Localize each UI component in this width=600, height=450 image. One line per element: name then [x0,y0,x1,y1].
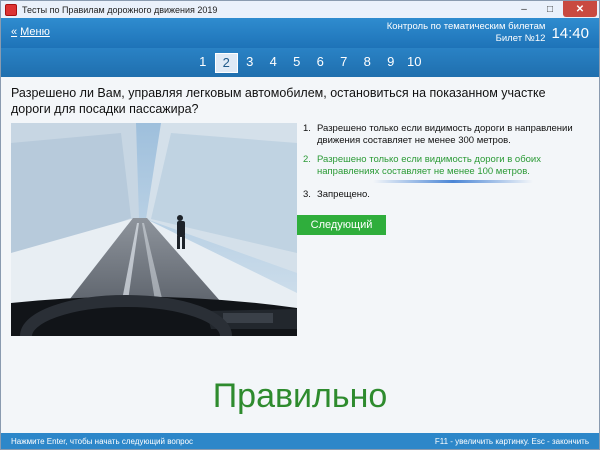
answer-number: 1. [303,123,311,134]
window-controls: – □ ✕ [511,1,597,17]
question-text: Разрешено ли Вам, управляя легковым авто… [11,86,546,116]
header-bar: « Меню Контроль по тематическим билетам … [1,18,599,48]
question-image[interactable] [11,123,297,336]
answer-text: Разрешено только если видимость дороги в… [317,123,573,146]
footer-hint-left: Нажмите Enter, чтобы начать следующий во… [11,436,194,446]
winter-road-photo [11,123,297,336]
answer-option-1[interactable]: 1. Разрешено только если видимость дорог… [303,123,588,147]
answer-option-2[interactable]: 2. Разрешено только если видимость дорог… [303,154,588,178]
clock: 14:40 [551,24,589,42]
question-navigation: 1 2 3 4 5 6 7 8 9 10 [1,48,599,77]
answer-text: Разрешено только если видимость дороги в… [317,154,541,177]
minimize-button[interactable]: – [511,1,537,17]
question-number-1[interactable]: 1 [191,53,215,73]
answer-list: 1. Разрешено только если видимость дорог… [303,123,588,208]
question-number-10[interactable]: 10 [403,53,427,73]
next-button[interactable]: Следующий [297,215,386,235]
context-ticket: Билет №12 [495,33,546,44]
ticket-context: Контроль по тематическим билетам Билет №… [387,21,546,45]
question-number-7[interactable]: 7 [332,53,356,73]
answer-text: Запрещено. [317,189,370,200]
answer-number: 2. [303,154,311,165]
main-content: Разрешено ли Вам, управляя легковым авто… [1,77,599,433]
question-number-9[interactable]: 9 [379,53,403,73]
question-number-4[interactable]: 4 [262,53,286,73]
question-number-2[interactable]: 2 [214,53,238,73]
answer-number: 3. [303,189,311,200]
close-button[interactable]: ✕ [563,1,597,17]
answer-option-3[interactable]: 3. Запрещено. [303,189,588,201]
status-bar: Нажмите Enter, чтобы начать следующий во… [1,433,599,449]
correct-answer-underline [373,180,533,183]
question-number-8[interactable]: 8 [356,53,380,73]
app-icon [5,3,17,16]
question-number-3[interactable]: 3 [238,53,262,73]
title-bar[interactable]: Тесты по Правилам дорожного движения 201… [1,1,599,19]
menu-button[interactable]: « Меню [11,26,50,38]
menu-label: Меню [20,26,50,38]
context-mode: Контроль по тематическим билетам [386,21,546,32]
double-chevron-left-icon: « [11,26,18,38]
app-window: Тесты по Правилам дорожного движения 201… [0,0,600,450]
footer-hint-right: F11 - увеличить картинку. Esc - закончит… [434,436,589,446]
header-info: Контроль по тематическим билетам Билет №… [387,21,589,45]
window-title: Тесты по Правилам дорожного движения 201… [22,4,218,15]
question-number-list: 1 2 3 4 5 6 7 8 9 10 [191,53,426,73]
question-number-6[interactable]: 6 [309,53,333,73]
maximize-button[interactable]: □ [537,1,563,17]
question-number-5[interactable]: 5 [285,53,309,73]
result-verdict: Правильно [212,377,388,415]
